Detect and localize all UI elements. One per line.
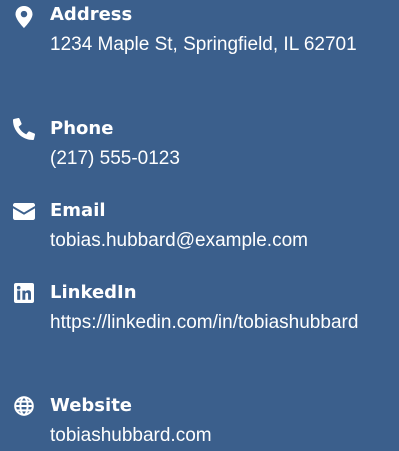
linkedin-value[interactable]: https://linkedin.com/in/tobiashubbard [50, 308, 395, 338]
email-link[interactable]: tobias.hubbard@example.com [50, 230, 308, 251]
linkedin-label: LinkedIn [50, 282, 137, 303]
website-value[interactable]: tobiashubbard.com [50, 421, 395, 451]
website-link[interactable]: tobiashubbard.com [50, 425, 212, 446]
website-label: Website [50, 395, 133, 416]
phone-value[interactable]: (217) 555-0123 [50, 144, 395, 174]
envelope-icon [12, 199, 36, 223]
address-label: Address [50, 4, 133, 25]
address-value: 1234 Maple St, Springfield, IL 62701 [50, 34, 357, 55]
map-pin-icon [12, 5, 36, 29]
globe-icon [12, 394, 36, 418]
contact-list: Address 1234 Maple St, Springfield, IL 6… [0, 0, 399, 448]
phone-label: Phone [50, 118, 114, 139]
linkedin-link[interactable]: https://linkedin.com/in/tobiashubbard [50, 312, 358, 333]
email-label: Email [50, 200, 106, 221]
phone-icon [12, 117, 36, 141]
email-value[interactable]: tobias.hubbard@example.com [50, 226, 395, 256]
phone-link[interactable]: (217) 555-0123 [50, 148, 180, 169]
linkedin-icon [12, 281, 36, 305]
